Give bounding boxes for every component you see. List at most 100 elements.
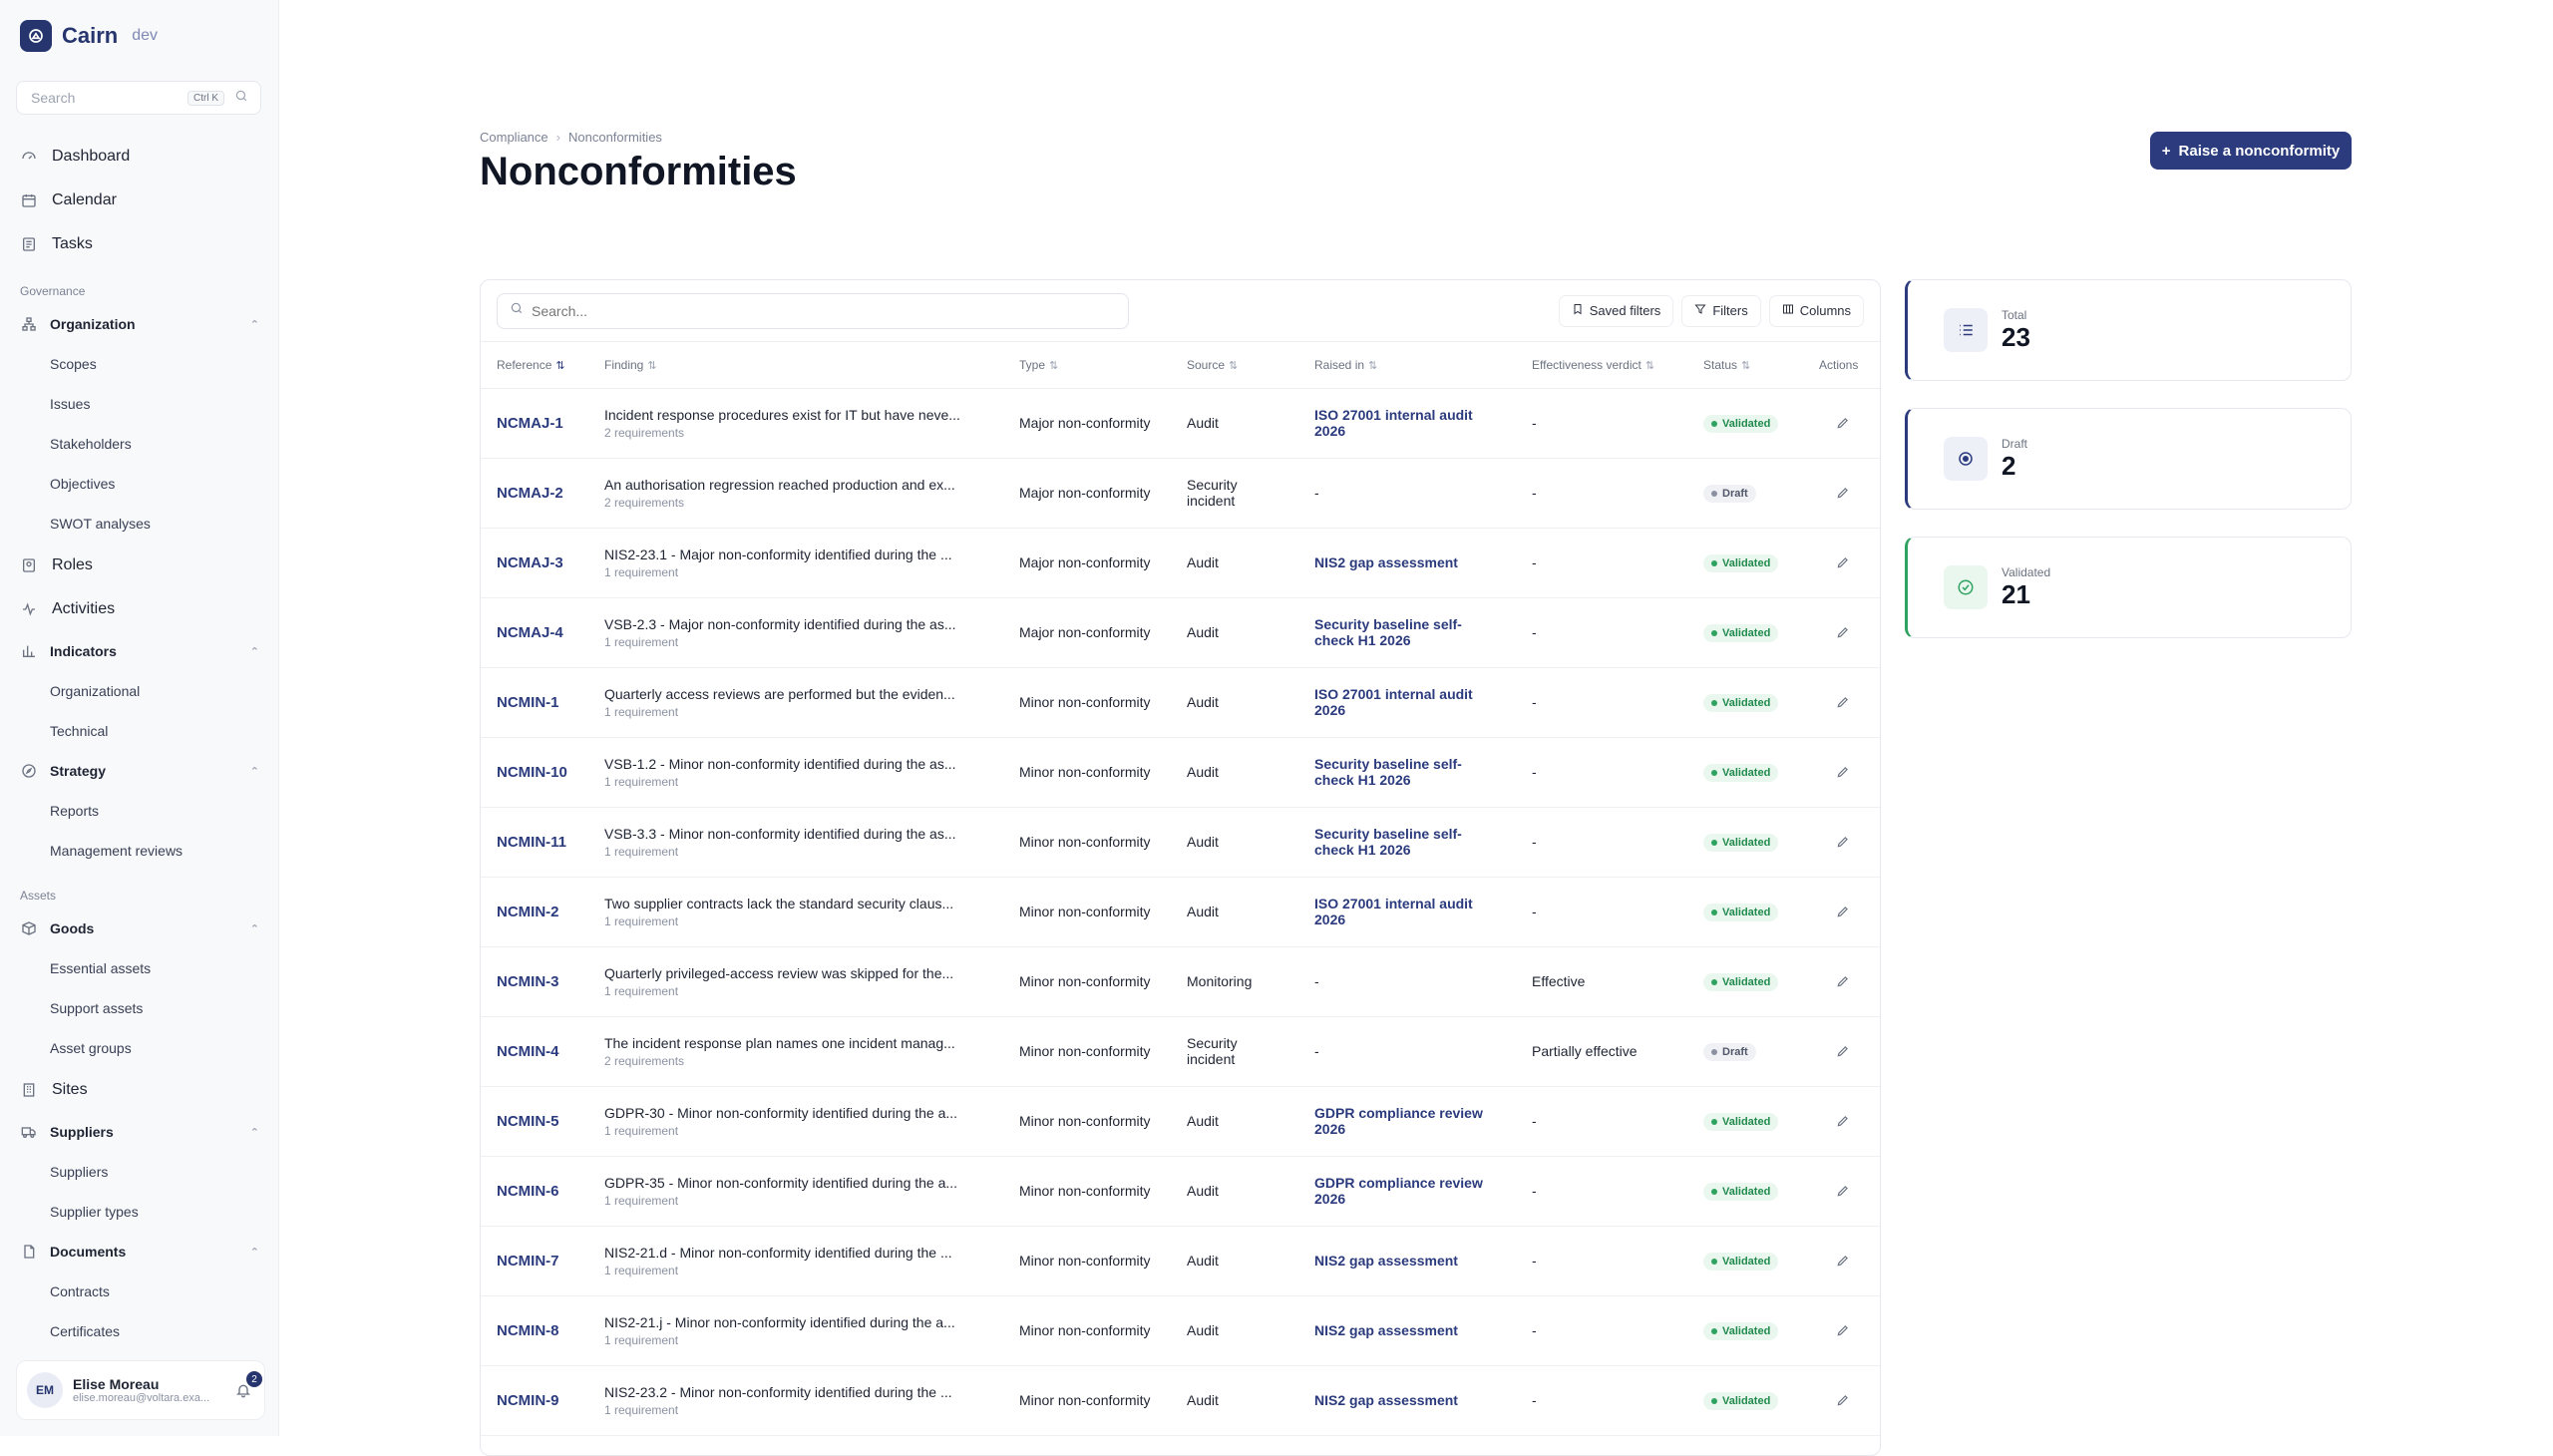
cell-finding[interactable]: VSB-3.3 - Minor non-conformity identifie… bbox=[588, 807, 1003, 878]
sidebar-item-swot[interactable]: SWOT analyses bbox=[0, 504, 279, 544]
cell-reference[interactable]: NCMAJ-2 bbox=[481, 458, 588, 529]
cell-raised-in[interactable]: ISO 27001 internal audit 2026 bbox=[1298, 877, 1516, 947]
filters-button[interactable]: Filters bbox=[1681, 294, 1761, 327]
sidebar-item-management-reviews[interactable]: Management reviews bbox=[0, 831, 279, 871]
breadcrumb-parent[interactable]: Compliance bbox=[480, 130, 548, 145]
cell-finding[interactable]: Quarterly privileged-access review was s… bbox=[588, 946, 1003, 1017]
sidebar-item-supplier-types[interactable]: Supplier types bbox=[0, 1192, 279, 1232]
table-row[interactable]: NCMIN-8 NIS2-21.j - Minor non-conformity… bbox=[481, 1295, 1880, 1366]
table-row[interactable]: NCMAJ-1 Incident response procedures exi… bbox=[481, 388, 1880, 459]
cell-raised-in[interactable]: NIS2 gap assessment bbox=[1298, 1295, 1516, 1366]
cell-finding[interactable]: Quarterly access reviews are performed b… bbox=[588, 667, 1003, 738]
col-header-effectiveness[interactable]: Effectiveness verdict ⇅ bbox=[1516, 342, 1687, 389]
edit-icon[interactable] bbox=[1819, 1044, 1866, 1058]
col-header-type[interactable]: Type ⇅ bbox=[1003, 342, 1171, 389]
cell-reference[interactable]: NCMIN-7 bbox=[481, 1226, 588, 1296]
sidebar-item-reports[interactable]: Reports bbox=[0, 791, 279, 831]
cell-raised-in[interactable]: ISO 27001 internal audit 2026 bbox=[1298, 667, 1516, 738]
sidebar-item-strategy[interactable]: Strategy ⌃ bbox=[0, 751, 279, 791]
cell-raised-in[interactable]: GDPR compliance review 2026 bbox=[1298, 1156, 1516, 1227]
edit-icon[interactable] bbox=[1819, 835, 1866, 849]
bell-icon[interactable]: 2 bbox=[232, 1371, 262, 1401]
cell-raised-in[interactable]: Security baseline self-check H1 2026 bbox=[1298, 597, 1516, 668]
sidebar-item-objectives[interactable]: Objectives bbox=[0, 464, 279, 504]
edit-icon[interactable] bbox=[1819, 905, 1866, 918]
cell-finding[interactable]: VSB-1.2 - Minor non-conformity identifie… bbox=[588, 737, 1003, 808]
cell-reference[interactable]: NCMAJ-3 bbox=[481, 528, 588, 598]
cell-raised-in[interactable]: NIS2 gap assessment bbox=[1298, 528, 1516, 598]
table-row[interactable]: NCMIN-3 Quarterly privileged-access revi… bbox=[481, 946, 1880, 1017]
cell-finding[interactable]: NIS2-21.j - Minor non-conformity identif… bbox=[588, 1295, 1003, 1366]
cell-reference[interactable]: NCMIN-10 bbox=[481, 737, 588, 808]
cell-reference[interactable]: NCMIN-3 bbox=[481, 946, 588, 1017]
cell-raised-in[interactable]: Security baseline self-check H1 2026 bbox=[1298, 807, 1516, 878]
cell-reference[interactable]: NCMIN-6 bbox=[481, 1156, 588, 1227]
cell-finding[interactable]: GDPR-30 - Minor non-conformity identifie… bbox=[588, 1086, 1003, 1157]
table-row[interactable]: NCMIN-10 VSB-1.2 - Minor non-conformity … bbox=[481, 737, 1880, 808]
edit-icon[interactable] bbox=[1819, 1114, 1866, 1128]
cell-finding[interactable]: NIS2-23.1 - Major non-conformity identif… bbox=[588, 528, 1003, 598]
cell-reference[interactable]: NCMIN-9 bbox=[481, 1365, 588, 1436]
edit-icon[interactable] bbox=[1819, 695, 1866, 709]
cell-finding[interactable]: NIS2-23.2 - Minor non-conformity identif… bbox=[588, 1365, 1003, 1436]
table-row[interactable]: NCMAJ-4 VSB-2.3 - Major non-conformity i… bbox=[481, 597, 1880, 668]
edit-icon[interactable] bbox=[1819, 1323, 1866, 1337]
table-row[interactable]: NCMIN-1 Quarterly access reviews are per… bbox=[481, 667, 1880, 738]
saved-filters-button[interactable]: Saved filters bbox=[1558, 294, 1674, 327]
sidebar-item-indicators[interactable]: Indicators ⌃ bbox=[0, 631, 279, 671]
sidebar-item-organizational[interactable]: Organizational bbox=[0, 671, 279, 711]
cell-finding[interactable]: NIS2-21.d - Minor non-conformity identif… bbox=[588, 1226, 1003, 1296]
sidebar-item-asset-groups[interactable]: Asset groups bbox=[0, 1028, 279, 1068]
table-row[interactable]: NCMIN-2 Two supplier contracts lack the … bbox=[481, 877, 1880, 947]
edit-icon[interactable] bbox=[1819, 555, 1866, 569]
col-header-raised-in[interactable]: Raised in ⇅ bbox=[1298, 342, 1516, 389]
sidebar-item-goods[interactable]: Goods ⌃ bbox=[0, 909, 279, 948]
table-search-input[interactable] bbox=[532, 302, 1116, 319]
sidebar-item-roles[interactable]: Roles bbox=[0, 544, 279, 587]
col-header-reference[interactable]: Reference ⇅ bbox=[481, 342, 588, 389]
cell-raised-in[interactable]: ISO 27001 internal audit 2026 bbox=[1298, 388, 1516, 459]
cell-reference[interactable]: NCMIN-4 bbox=[481, 1016, 588, 1087]
sidebar-item-contracts[interactable]: Contracts bbox=[0, 1272, 279, 1311]
edit-icon[interactable] bbox=[1819, 765, 1866, 779]
cell-raised-in[interactable]: NIS2 gap assessment bbox=[1298, 1226, 1516, 1296]
edit-icon[interactable] bbox=[1819, 625, 1866, 639]
columns-button[interactable]: Columns bbox=[1768, 294, 1864, 327]
sidebar-item-organization[interactable]: Organization ⌃ bbox=[0, 304, 279, 344]
sidebar-item-sites[interactable]: Sites bbox=[0, 1068, 279, 1112]
edit-icon[interactable] bbox=[1819, 1254, 1866, 1268]
col-header-source[interactable]: Source ⇅ bbox=[1171, 342, 1298, 389]
sidebar-item-tasks[interactable]: Tasks bbox=[0, 222, 279, 266]
cell-finding[interactable]: Incident response procedures exist for I… bbox=[588, 388, 1003, 459]
table-row[interactable]: NCMIN-9 NIS2-23.2 - Minor non-conformity… bbox=[481, 1365, 1880, 1436]
sidebar-item-essential-assets[interactable]: Essential assets bbox=[0, 948, 279, 988]
sidebar-item-issues[interactable]: Issues bbox=[0, 384, 279, 424]
cell-reference[interactable]: NCMIN-8 bbox=[481, 1295, 588, 1366]
table-search[interactable] bbox=[497, 292, 1129, 329]
table-row[interactable]: NCMIN-11 VSB-3.3 - Minor non-conformity … bbox=[481, 807, 1880, 878]
table-row[interactable]: NCMIN-4 The incident response plan names… bbox=[481, 1016, 1880, 1087]
cell-reference[interactable]: NCMIN-5 bbox=[481, 1086, 588, 1157]
sidebar-item-suppliers-list[interactable]: Suppliers bbox=[0, 1152, 279, 1192]
cell-raised-in[interactable]: GDPR compliance review 2026 bbox=[1298, 1086, 1516, 1157]
sidebar-item-scopes[interactable]: Scopes bbox=[0, 344, 279, 384]
user-profile[interactable]: EM Elise Moreau elise.moreau@voltara.exa… bbox=[16, 1360, 265, 1420]
cell-reference[interactable]: NCMIN-2 bbox=[481, 877, 588, 947]
cell-raised-in[interactable]: Security baseline self-check H1 2026 bbox=[1298, 737, 1516, 808]
cell-finding[interactable]: The incident response plan names one inc… bbox=[588, 1016, 1003, 1087]
sidebar-item-calendar[interactable]: Calendar bbox=[0, 179, 279, 222]
edit-icon[interactable] bbox=[1819, 1184, 1866, 1198]
sidebar-item-technical[interactable]: Technical bbox=[0, 711, 279, 751]
cell-reference[interactable]: NCMAJ-1 bbox=[481, 388, 588, 459]
cell-reference[interactable]: NCMAJ-4 bbox=[481, 597, 588, 668]
edit-icon[interactable] bbox=[1819, 1393, 1866, 1407]
col-header-status[interactable]: Status ⇅ bbox=[1687, 342, 1803, 389]
sidebar-item-suppliers[interactable]: Suppliers ⌃ bbox=[0, 1112, 279, 1152]
table-row[interactable]: NCMIN-5 GDPR-30 - Minor non-conformity i… bbox=[481, 1086, 1880, 1157]
sidebar-item-activities[interactable]: Activities bbox=[0, 587, 279, 631]
cell-finding[interactable]: Two supplier contracts lack the standard… bbox=[588, 877, 1003, 947]
edit-icon[interactable] bbox=[1819, 486, 1866, 500]
sidebar-item-support-assets[interactable]: Support assets bbox=[0, 988, 279, 1028]
cell-reference[interactable]: NCMIN-11 bbox=[481, 807, 588, 878]
edit-icon[interactable] bbox=[1819, 974, 1866, 988]
